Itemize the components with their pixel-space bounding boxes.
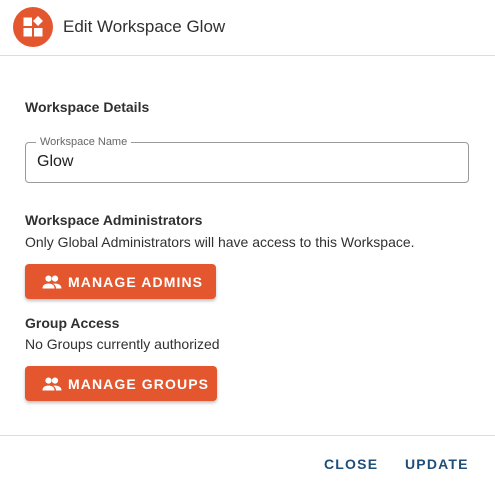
people-icon [42,274,62,290]
close-button[interactable]: CLOSE [324,455,378,473]
dialog-header: Edit Workspace Glow [0,0,495,56]
manage-groups-button[interactable]: MANAGE GROUPS [25,366,217,401]
workspace-name-input[interactable] [37,152,447,172]
update-button[interactable]: UPDATE [405,455,469,473]
workspace-widgets-icon [13,7,53,47]
dialog-footer: CLOSE UPDATE [0,435,495,488]
workspace-name-label: Workspace Name [36,135,132,149]
dialog-title: Edit Workspace Glow [63,17,226,36]
manage-admins-button[interactable]: MANAGE ADMINS [25,264,216,299]
groups-description: No Groups currently authorized [25,336,220,352]
workspace-administrators-heading: Workspace Administrators [25,212,203,228]
manage-groups-label: MANAGE GROUPS [68,375,210,392]
administrators-description: Only Global Administrators will have acc… [25,234,415,250]
edit-workspace-dialog: Edit Workspace Glow Workspace Details Wo… [0,0,495,488]
workspace-name-field[interactable]: Workspace Name [25,135,469,183]
group-access-heading: Group Access [25,315,120,331]
manage-admins-label: MANAGE ADMINS [68,273,204,290]
people-icon [42,376,62,392]
workspace-details-heading: Workspace Details [25,99,150,115]
